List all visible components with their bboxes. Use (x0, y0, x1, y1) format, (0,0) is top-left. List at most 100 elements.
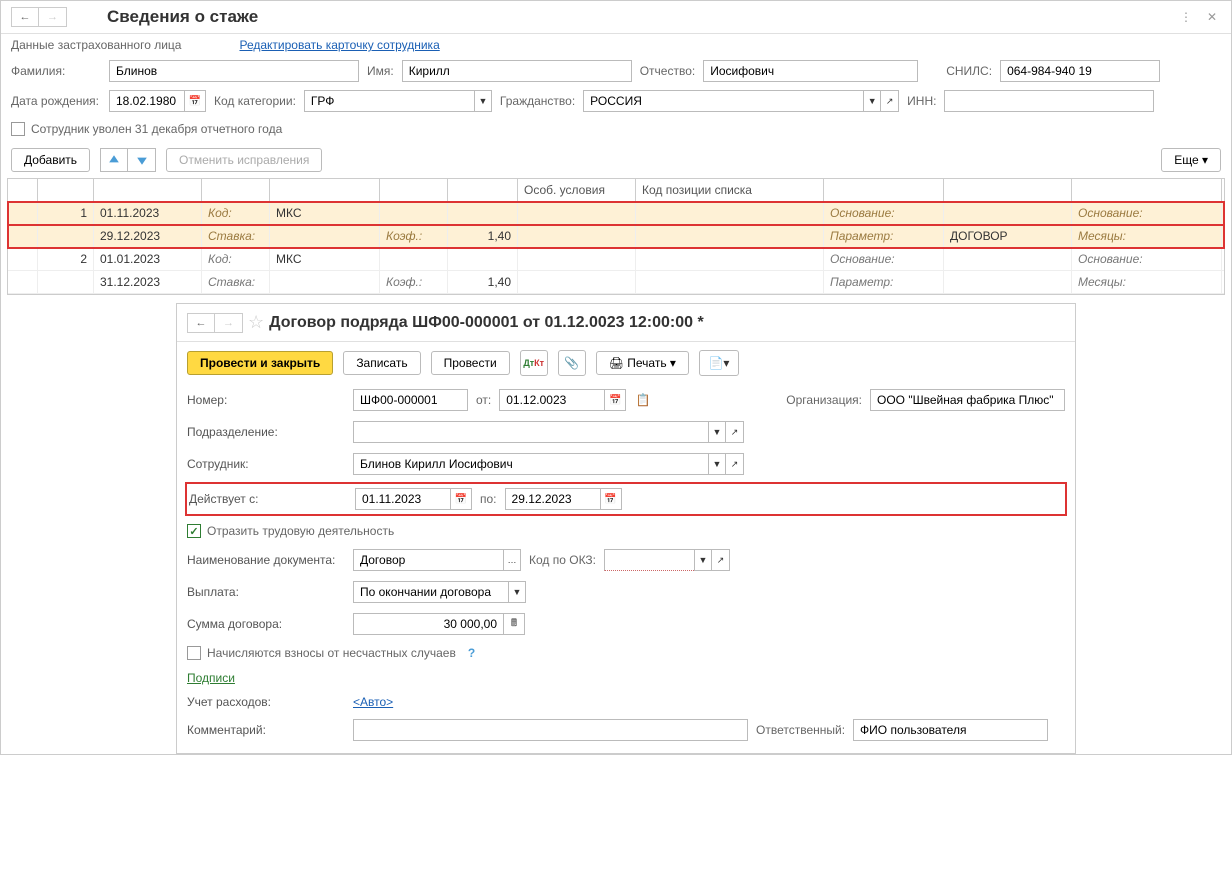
dismissed-label: Сотрудник уволен 31 декабря отчетного го… (31, 122, 282, 136)
accident-label: Начисляются взносы от несчастных случаев (207, 646, 456, 660)
add-button[interactable]: Добавить (11, 148, 90, 172)
main-titlebar: ← → Сведения о стаже ⋮ ✕ (1, 1, 1231, 34)
from-date-picker[interactable]: 📅 (604, 389, 626, 411)
print-button[interactable]: 🖨 Печать ▾ (596, 351, 689, 375)
okz-input[interactable] (604, 549, 694, 571)
okz-open-icon[interactable]: ↗ (712, 549, 730, 571)
contract-window: ← → ☆ Договор подряда ШФ00-000001 от 01.… (176, 303, 1076, 754)
citizenship-dropdown-icon[interactable]: ▼ (863, 90, 881, 112)
main-title: Сведения о стаже (107, 7, 258, 27)
category-input[interactable] (304, 90, 474, 112)
nav-forward[interactable]: → (39, 7, 67, 27)
valid-to-input[interactable] (505, 488, 600, 510)
docname-label: Наименование документа: (187, 553, 345, 567)
reflect-checkbox[interactable] (187, 524, 201, 538)
org-label: Организация: (786, 393, 862, 407)
name-label: Имя: (367, 64, 394, 78)
expense-label: Учет расходов: (187, 695, 345, 709)
surname-input[interactable] (109, 60, 359, 82)
inn-label: ИНН: (907, 94, 936, 108)
birthdate-input[interactable] (109, 90, 184, 112)
citizenship-open-icon[interactable]: ↗ (881, 90, 899, 112)
payment-input[interactable] (353, 581, 508, 603)
table-row[interactable]: 29.12.2023 Ставка: Коэф.: 1,40 Параметр:… (8, 225, 1224, 248)
from-label: от: (476, 393, 491, 407)
signatures-link[interactable]: Подписи (187, 671, 235, 685)
help-icon[interactable]: ? (468, 646, 475, 660)
comment-input[interactable] (353, 719, 748, 741)
expense-link[interactable]: <Авто> (353, 695, 393, 709)
okz-label: Код по ОКЗ: (529, 553, 596, 567)
sum-input[interactable] (353, 613, 503, 635)
more-button[interactable]: Еще ▾ (1161, 148, 1221, 172)
sum-calc-icon[interactable]: 🖩 (503, 613, 525, 635)
responsible-label: Ответственный: (756, 723, 845, 737)
cancel-corrections-button[interactable]: Отменить исправления (166, 148, 322, 172)
category-label: Код категории: (214, 94, 296, 108)
table-row[interactable]: 1 01.11.2023 Код: МКС Основание: Основан… (8, 202, 1224, 225)
patronymic-label: Отчество: (640, 64, 696, 78)
reflect-label: Отразить трудовую деятельность (207, 524, 394, 538)
table-row[interactable]: 31.12.2023 Ставка: Коэф.: 1,40 Параметр:… (8, 271, 1224, 294)
valid-from-picker[interactable]: 📅 (450, 488, 472, 510)
move-down-button[interactable] (128, 148, 156, 172)
valid-from-label: Действует с: (189, 492, 347, 506)
employee-input[interactable] (353, 453, 708, 475)
valid-to-picker[interactable]: 📅 (600, 488, 622, 510)
save-button[interactable]: Записать (343, 351, 420, 375)
accident-checkbox[interactable] (187, 646, 201, 660)
inn-input[interactable] (944, 90, 1154, 112)
col-special: Особ. условия (518, 179, 636, 201)
post-and-close-button[interactable]: Провести и закрыть (187, 351, 333, 375)
citizenship-input[interactable] (583, 90, 863, 112)
sub-nav-back[interactable]: ← (187, 313, 215, 333)
employee-open-icon[interactable]: ↗ (726, 453, 744, 475)
number-label: Номер: (187, 393, 345, 407)
docname-input[interactable] (353, 549, 503, 571)
sub-nav-forward[interactable]: → (215, 313, 243, 333)
snils-label: СНИЛС: (946, 64, 992, 78)
from-date-input[interactable] (499, 389, 604, 411)
close-icon[interactable]: ✕ (1203, 8, 1221, 26)
contract-title: Договор подряда ШФ00-000001 от 01.12.002… (269, 314, 704, 332)
dept-label: Подразделение: (187, 425, 345, 439)
nav-back[interactable]: ← (11, 7, 39, 27)
move-up-button[interactable] (100, 148, 128, 172)
doc-status-icon[interactable]: 📋 (634, 391, 652, 409)
employee-dropdown-icon[interactable]: ▼ (708, 453, 726, 475)
seniority-table: Особ. условия Код позиции списка 1 01.11… (7, 178, 1225, 295)
citizenship-label: Гражданство: (500, 94, 575, 108)
dismissed-checkbox[interactable] (11, 122, 25, 136)
docname-select-icon[interactable]: … (503, 549, 521, 571)
dept-input[interactable] (353, 421, 708, 443)
valid-to-label: по: (480, 492, 497, 506)
col-position: Код позиции списка (636, 179, 824, 201)
patronymic-input[interactable] (703, 60, 918, 82)
number-input[interactable] (353, 389, 468, 411)
comment-label: Комментарий: (187, 723, 345, 737)
name-input[interactable] (402, 60, 632, 82)
category-dropdown-icon[interactable]: ▼ (474, 90, 492, 112)
employee-label: Сотрудник: (187, 457, 345, 471)
favorite-star-icon[interactable]: ☆ (248, 312, 264, 333)
menu-icon[interactable]: ⋮ (1177, 8, 1195, 26)
table-row[interactable]: 2 01.01.2023 Код: МКС Основание: Основан… (8, 248, 1224, 271)
responsible-input[interactable] (853, 719, 1048, 741)
payment-dropdown-icon[interactable]: ▼ (508, 581, 526, 603)
dtkt-icon[interactable]: ДтКт (520, 350, 548, 376)
dept-dropdown-icon[interactable]: ▼ (708, 421, 726, 443)
payment-label: Выплата: (187, 585, 345, 599)
main-window: ← → Сведения о стаже ⋮ ✕ Данные застрахо… (0, 0, 1232, 755)
surname-label: Фамилия: (11, 64, 101, 78)
dept-open-icon[interactable]: ↗ (726, 421, 744, 443)
valid-from-input[interactable] (355, 488, 450, 510)
snils-input[interactable] (1000, 60, 1160, 82)
attach-icon[interactable]: 📎 (558, 350, 586, 376)
birthdate-picker[interactable]: 📅 (184, 90, 206, 112)
post-button[interactable]: Провести (431, 351, 510, 375)
edit-card-link[interactable]: Редактировать карточку сотрудника (239, 38, 439, 52)
sum-label: Сумма договора: (187, 617, 345, 631)
okz-dropdown-icon[interactable]: ▼ (694, 549, 712, 571)
actions-icon[interactable]: 📄▾ (699, 350, 739, 376)
org-input[interactable] (870, 389, 1065, 411)
